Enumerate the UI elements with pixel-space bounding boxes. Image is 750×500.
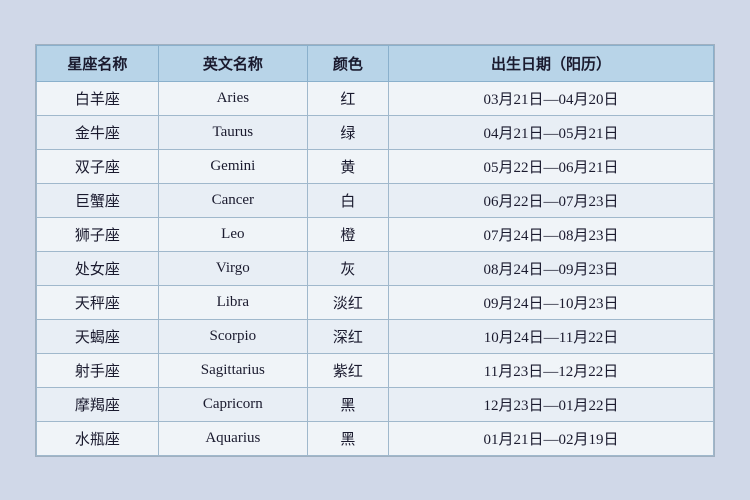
zodiac-table: 星座名称 英文名称 颜色 出生日期（阳历） 白羊座Aries红03月21日—04… xyxy=(36,45,714,456)
cell-english: Scorpio xyxy=(158,319,307,353)
cell-color: 灰 xyxy=(307,251,388,285)
cell-english: Sagittarius xyxy=(158,353,307,387)
cell-date: 07月24日—08月23日 xyxy=(389,217,714,251)
table-row: 巨蟹座Cancer白06月22日—07月23日 xyxy=(37,183,714,217)
cell-date: 01月21日—02月19日 xyxy=(389,421,714,455)
cell-date: 03月21日—04月20日 xyxy=(389,81,714,115)
cell-date: 04月21日—05月21日 xyxy=(389,115,714,149)
cell-date: 08月24日—09月23日 xyxy=(389,251,714,285)
cell-english: Gemini xyxy=(158,149,307,183)
table-row: 射手座Sagittarius紫红11月23日—12月22日 xyxy=(37,353,714,387)
table-row: 天秤座Libra淡红09月24日—10月23日 xyxy=(37,285,714,319)
cell-chinese: 射手座 xyxy=(37,353,159,387)
table-row: 狮子座Leo橙07月24日—08月23日 xyxy=(37,217,714,251)
cell-english: Cancer xyxy=(158,183,307,217)
cell-color: 白 xyxy=(307,183,388,217)
table-header-row: 星座名称 英文名称 颜色 出生日期（阳历） xyxy=(37,45,714,81)
table-row: 天蝎座Scorpio深红10月24日—11月22日 xyxy=(37,319,714,353)
cell-english: Capricorn xyxy=(158,387,307,421)
cell-english: Taurus xyxy=(158,115,307,149)
table-row: 水瓶座Aquarius黑01月21日—02月19日 xyxy=(37,421,714,455)
cell-english: Leo xyxy=(158,217,307,251)
cell-date: 09月24日—10月23日 xyxy=(389,285,714,319)
cell-color: 黑 xyxy=(307,387,388,421)
cell-date: 05月22日—06月21日 xyxy=(389,149,714,183)
cell-color: 黑 xyxy=(307,421,388,455)
cell-english: Aquarius xyxy=(158,421,307,455)
cell-chinese: 水瓶座 xyxy=(37,421,159,455)
header-english: 英文名称 xyxy=(158,45,307,81)
cell-chinese: 金牛座 xyxy=(37,115,159,149)
header-chinese: 星座名称 xyxy=(37,45,159,81)
cell-color: 紫红 xyxy=(307,353,388,387)
table-row: 处女座Virgo灰08月24日—09月23日 xyxy=(37,251,714,285)
cell-chinese: 白羊座 xyxy=(37,81,159,115)
table-row: 双子座Gemini黄05月22日—06月21日 xyxy=(37,149,714,183)
cell-date: 06月22日—07月23日 xyxy=(389,183,714,217)
table-body: 白羊座Aries红03月21日—04月20日金牛座Taurus绿04月21日—0… xyxy=(37,81,714,455)
cell-chinese: 双子座 xyxy=(37,149,159,183)
cell-chinese: 天蝎座 xyxy=(37,319,159,353)
cell-english: Libra xyxy=(158,285,307,319)
header-color: 颜色 xyxy=(307,45,388,81)
cell-date: 10月24日—11月22日 xyxy=(389,319,714,353)
cell-color: 橙 xyxy=(307,217,388,251)
cell-color: 深红 xyxy=(307,319,388,353)
cell-chinese: 处女座 xyxy=(37,251,159,285)
cell-color: 绿 xyxy=(307,115,388,149)
cell-english: Aries xyxy=(158,81,307,115)
header-date: 出生日期（阳历） xyxy=(389,45,714,81)
zodiac-table-container: 星座名称 英文名称 颜色 出生日期（阳历） 白羊座Aries红03月21日—04… xyxy=(35,44,715,457)
cell-chinese: 狮子座 xyxy=(37,217,159,251)
cell-color: 黄 xyxy=(307,149,388,183)
cell-color: 淡红 xyxy=(307,285,388,319)
cell-chinese: 巨蟹座 xyxy=(37,183,159,217)
table-row: 白羊座Aries红03月21日—04月20日 xyxy=(37,81,714,115)
cell-chinese: 摩羯座 xyxy=(37,387,159,421)
cell-date: 11月23日—12月22日 xyxy=(389,353,714,387)
cell-english: Virgo xyxy=(158,251,307,285)
cell-date: 12月23日—01月22日 xyxy=(389,387,714,421)
cell-color: 红 xyxy=(307,81,388,115)
cell-chinese: 天秤座 xyxy=(37,285,159,319)
table-row: 金牛座Taurus绿04月21日—05月21日 xyxy=(37,115,714,149)
table-row: 摩羯座Capricorn黑12月23日—01月22日 xyxy=(37,387,714,421)
